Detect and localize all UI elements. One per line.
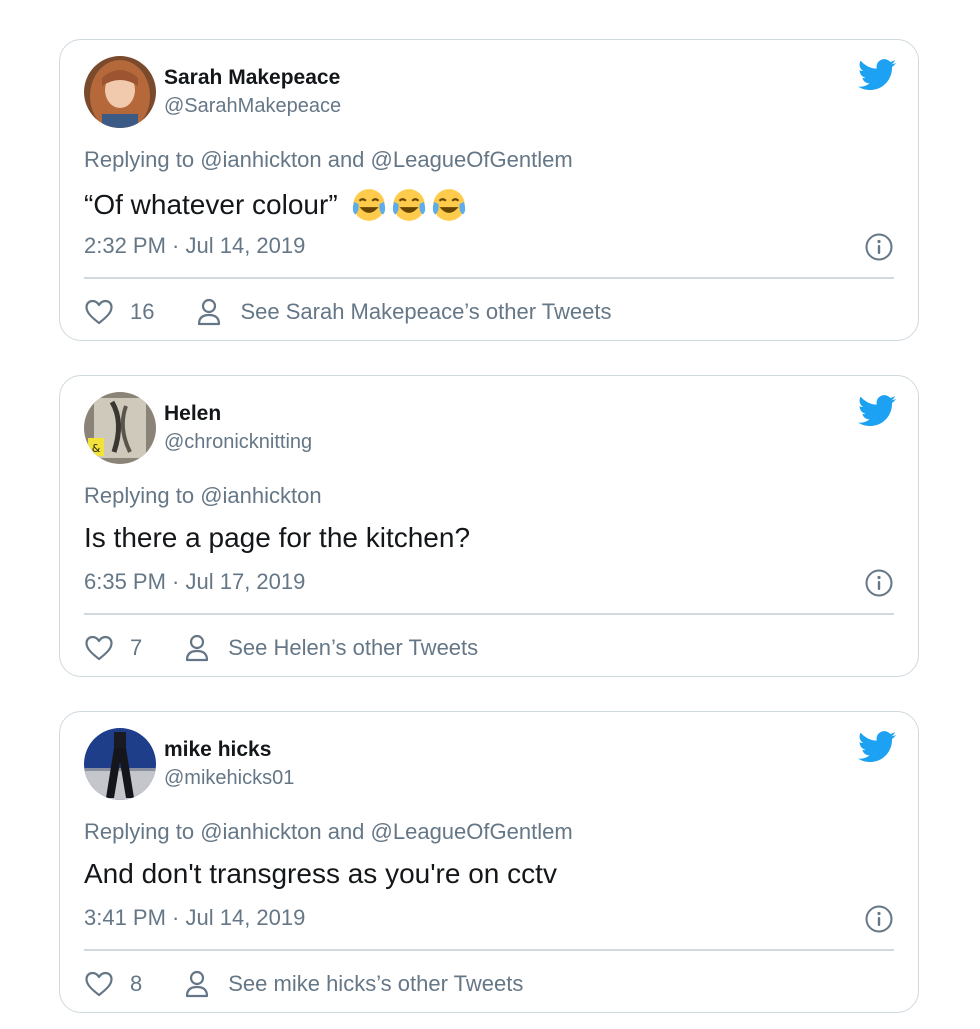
- tweet-actions: 7 See Helen’s other Tweets: [84, 629, 478, 667]
- like-count[interactable]: 7: [130, 635, 142, 661]
- other-tweets-link[interactable]: See Helen’s other Tweets: [228, 635, 478, 661]
- like-count[interactable]: 16: [130, 299, 154, 325]
- tweet-text-content: “Of whatever colour”: [84, 189, 338, 220]
- user-handle[interactable]: @SarahMakepeace: [164, 95, 341, 118]
- avatar[interactable]: [84, 728, 156, 800]
- timestamp-link[interactable]: 2:32 PM · Jul 14, 2019: [84, 233, 305, 259]
- tweet-actions: 8 See mike hicks’s other Tweets: [84, 965, 523, 1003]
- tweet-text-content: Is there a page for the kitchen?: [84, 522, 471, 553]
- info-icon[interactable]: [864, 904, 894, 934]
- user-handle[interactable]: @mikehicks01: [164, 767, 294, 790]
- reply-user-link[interactable]: @LeagueOfGentlem: [371, 147, 573, 172]
- face-with-tears-of-joy-icon: [392, 189, 425, 221]
- face-with-tears-of-joy-icon: [432, 189, 465, 221]
- tweet-actions: 16 See Sarah Makepeace’s other Tweets: [84, 293, 611, 331]
- tweet-text: Is there a page for the kitchen?: [84, 522, 470, 554]
- reply-prefix: Replying to: [84, 819, 201, 844]
- divider: [84, 277, 894, 279]
- other-tweets-link[interactable]: See Sarah Makepeace’s other Tweets: [240, 299, 611, 325]
- display-name[interactable]: mike hicks: [164, 738, 271, 762]
- reply-user-link[interactable]: @ianhickton: [200, 147, 321, 172]
- divider: [84, 613, 894, 615]
- twitter-bird-icon[interactable]: [858, 58, 896, 92]
- reply-prefix: Replying to: [84, 483, 201, 508]
- twitter-bird-icon[interactable]: [858, 730, 896, 764]
- tweet-card[interactable]: mike hicks @mikehicks01 Replying to @ian…: [59, 711, 919, 1013]
- reply-context: Replying to @ianhickton and @LeagueOfGen…: [84, 819, 573, 845]
- divider: [84, 949, 894, 951]
- reply-context: Replying to @ianhickton and @LeagueOfGen…: [84, 147, 573, 173]
- reply-user-link[interactable]: @ianhickton: [200, 483, 321, 508]
- twitter-bird-icon[interactable]: [858, 394, 896, 428]
- timestamp-link[interactable]: 3:41 PM · Jul 14, 2019: [84, 905, 305, 931]
- display-name[interactable]: Sarah Makepeace: [164, 66, 340, 90]
- heart-icon[interactable]: [84, 298, 114, 326]
- info-icon[interactable]: [864, 568, 894, 598]
- svg-text:&: &: [92, 442, 101, 455]
- info-icon[interactable]: [864, 232, 894, 262]
- tweet-text: “Of whatever colour”: [84, 186, 468, 224]
- tweet-card[interactable]: & Helen @chronicknitting Replying to @ia…: [59, 375, 919, 677]
- tweet-text-content: And don't transgress as you're on cctv: [84, 858, 557, 889]
- tweet-text: And don't transgress as you're on cctv: [84, 858, 557, 890]
- person-icon[interactable]: [196, 297, 222, 327]
- face-with-tears-of-joy-icon: [352, 189, 385, 221]
- reply-joiner: and: [321, 819, 371, 844]
- reply-user-link[interactable]: @ianhickton: [200, 819, 321, 844]
- other-tweets-link[interactable]: See mike hicks’s other Tweets: [228, 971, 523, 997]
- user-handle[interactable]: @chronicknitting: [164, 431, 312, 454]
- heart-icon[interactable]: [84, 634, 114, 662]
- avatar[interactable]: &: [84, 392, 156, 464]
- timestamp-link[interactable]: 6:35 PM · Jul 17, 2019: [84, 569, 305, 595]
- avatar[interactable]: [84, 56, 156, 128]
- reply-joiner: and: [321, 147, 371, 172]
- like-count[interactable]: 8: [130, 971, 142, 997]
- reply-prefix: Replying to: [84, 147, 201, 172]
- person-icon[interactable]: [184, 969, 210, 999]
- reply-context: Replying to @ianhickton: [84, 483, 322, 509]
- heart-icon[interactable]: [84, 970, 114, 998]
- person-icon[interactable]: [184, 633, 210, 663]
- reply-user-link[interactable]: @LeagueOfGentlem: [371, 819, 573, 844]
- tweet-card[interactable]: Sarah Makepeace @SarahMakepeace Replying…: [59, 39, 919, 341]
- display-name[interactable]: Helen: [164, 402, 221, 426]
